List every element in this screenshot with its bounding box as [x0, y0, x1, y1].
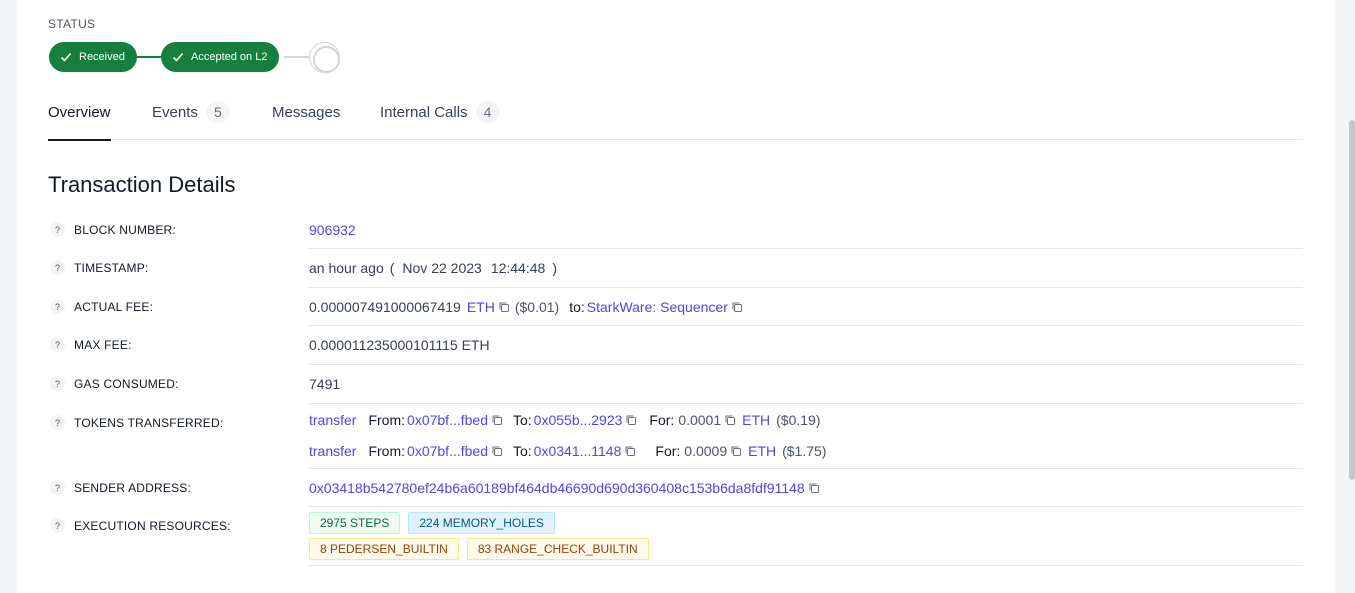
detail-label: TIMESTAMP:	[74, 261, 149, 275]
actual-fee-amount: 0.000007491000067419	[309, 299, 461, 315]
fee-recipient-link[interactable]: StarkWare: Sequencer	[587, 299, 728, 315]
transfer-link[interactable]: transfer	[309, 412, 356, 428]
resource-badge-range-check: 83 RANGE_CHECK_BUILTIN	[466, 538, 649, 560]
tab-messages[interactable]: Messages	[272, 103, 340, 121]
row-divider	[309, 506, 1303, 507]
token-link[interactable]: ETH	[748, 443, 776, 459]
to-label: To:	[512, 412, 532, 428]
copy-icon[interactable]	[724, 414, 736, 426]
tab-count-badge: 4	[475, 101, 500, 123]
tab-bar: Overview Events 5 Messages Internal Call…	[48, 96, 1303, 141]
actual-fee-usd: ($0.01)	[514, 299, 560, 315]
copy-icon[interactable]	[625, 414, 637, 426]
row-divider	[309, 468, 1303, 469]
timestamp-time: 12:44:48	[490, 260, 546, 276]
status-label: STATUS	[48, 17, 96, 31]
gas-consumed-value: 7491	[309, 376, 341, 392]
from-address-link[interactable]: 0x07bf...fbed	[407, 412, 488, 428]
to-label: To:	[512, 443, 532, 459]
row-divider	[309, 565, 1303, 566]
check-icon	[172, 52, 184, 62]
tab-events[interactable]: Events 5	[152, 101, 230, 123]
help-icon[interactable]: ?	[50, 415, 65, 430]
timestamp-relative: an hour ago	[309, 260, 384, 276]
token-transfer-row: transfer From: 0x07bf...fbed To: 0x0341.…	[309, 443, 826, 459]
transaction-card	[17, 0, 1335, 593]
status-step-pending	[309, 42, 340, 73]
status-step-accepted-l2: Accepted on L2	[161, 42, 280, 72]
fee-token-link[interactable]: ETH	[467, 299, 495, 315]
sender-address-link[interactable]: 0x03418b542780ef24b6a60189bf464db46690d6…	[309, 480, 805, 496]
status-connector-pending	[284, 56, 309, 58]
tab-label: Events	[152, 103, 198, 121]
fee-to-label: to:	[569, 299, 585, 315]
scrollbar[interactable]	[1349, 120, 1355, 480]
resource-badge-steps: 2975 STEPS	[309, 512, 401, 534]
max-fee-value: 0.000011235000101115 ETH	[309, 337, 490, 353]
detail-label: ACTUAL FEE:	[74, 300, 154, 314]
for-label: For:	[655, 443, 681, 459]
transfer-usd: ($0.19)	[776, 412, 821, 428]
from-label: From:	[368, 443, 406, 459]
token-transfer-row: transfer From: 0x07bf...fbed To: 0x055b.…	[309, 412, 821, 428]
check-icon	[60, 52, 72, 62]
help-icon[interactable]: ?	[50, 260, 65, 275]
status-step-label: Received	[79, 51, 125, 63]
copy-icon[interactable]	[491, 414, 503, 426]
for-label: For:	[649, 412, 675, 428]
tab-label: Messages	[272, 103, 341, 121]
detail-label: TOKENS TRANSFERRED:	[74, 416, 224, 430]
timestamp-open-paren: (	[389, 260, 395, 276]
help-icon[interactable]: ?	[50, 299, 65, 314]
from-label: From:	[368, 412, 406, 428]
copy-icon[interactable]	[808, 482, 820, 494]
copy-icon[interactable]	[730, 445, 742, 457]
detail-label: GAS CONSUMED:	[74, 377, 179, 391]
detail-label: SENDER ADDRESS:	[74, 481, 192, 495]
help-icon[interactable]: ?	[50, 222, 65, 237]
copy-icon[interactable]	[624, 445, 636, 457]
timestamp-date: Nov 22 2023	[402, 260, 482, 276]
tab-overview[interactable]: Overview	[48, 103, 111, 141]
block-number-link[interactable]: 906932	[309, 222, 356, 238]
detail-label: EXECUTION RESOURCES:	[74, 519, 231, 533]
transfer-link[interactable]: transfer	[309, 443, 356, 459]
status-connector	[137, 56, 161, 58]
copy-icon[interactable]	[491, 445, 503, 457]
token-link[interactable]: ETH	[742, 412, 770, 428]
status-step-label: Accepted on L2	[191, 51, 268, 63]
transfer-amount: 0.0001	[678, 412, 722, 428]
row-divider	[309, 325, 1303, 326]
to-address-link[interactable]: 0x0341...1148	[534, 443, 622, 459]
help-icon[interactable]: ?	[50, 518, 65, 533]
help-icon[interactable]: ?	[50, 337, 65, 352]
detail-label: BLOCK NUMBER:	[74, 223, 176, 237]
resource-badge-pedersen: 8 PEDERSEN_BUILTIN	[309, 538, 459, 560]
tab-label: Internal Calls	[380, 103, 468, 121]
copy-icon[interactable]	[731, 301, 743, 313]
help-icon[interactable]: ?	[50, 480, 65, 495]
help-icon[interactable]: ?	[50, 376, 65, 391]
to-address-link[interactable]: 0x055b...2923	[534, 412, 623, 428]
row-divider	[309, 248, 1303, 249]
detail-label: MAX FEE:	[74, 338, 132, 352]
copy-icon[interactable]	[498, 301, 510, 313]
resource-badge-memory-holes: 224 MEMORY_HOLES	[408, 512, 555, 534]
section-title: Transaction Details	[48, 172, 236, 197]
transfer-usd: ($1.75)	[782, 443, 827, 459]
tab-label: Overview	[48, 103, 111, 121]
tab-count-badge: 5	[205, 101, 230, 123]
status-step-received: Received	[49, 42, 137, 72]
from-address-link[interactable]: 0x07bf...fbed	[407, 443, 488, 459]
active-tab-indicator	[48, 139, 111, 141]
transfer-amount: 0.0009	[684, 443, 728, 459]
row-divider	[309, 403, 1303, 404]
row-divider	[309, 364, 1303, 365]
tab-internal-calls[interactable]: Internal Calls 4	[380, 101, 500, 123]
timestamp-close-paren: )	[552, 260, 557, 276]
row-divider	[309, 287, 1303, 288]
